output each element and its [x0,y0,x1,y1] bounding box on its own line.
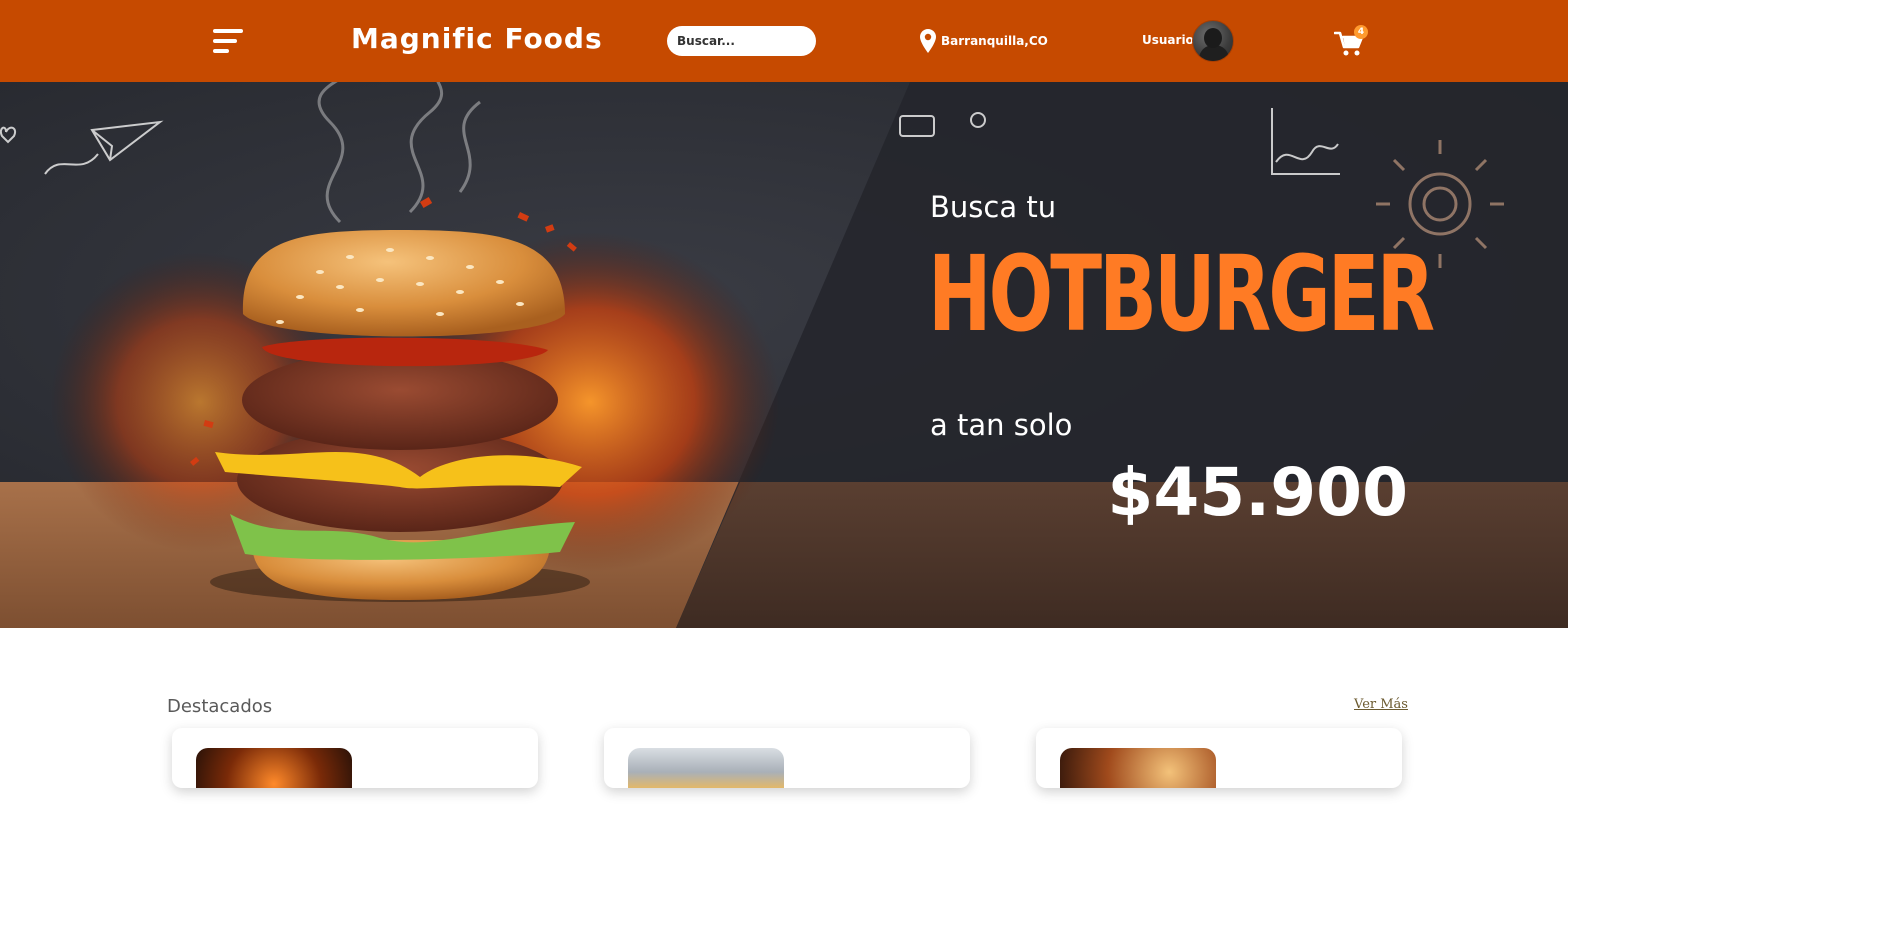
location-label: Barranquilla,CO [941,34,1048,48]
location-selector[interactable]: Barranquilla,CO [920,29,1048,53]
product-card[interactable] [1036,728,1402,788]
see-more-link[interactable]: Ver Más [1354,697,1408,712]
cart-count-badge: 4 [1354,25,1368,39]
top-navbar: Magnific Foods Barranquilla,CO Usuario 4 [0,0,1568,82]
hero-intro-text: Busca tu [930,190,1057,224]
hero-background [0,82,1568,628]
avatar[interactable] [1192,20,1234,62]
section-title: Destacados [167,696,273,717]
map-pin-icon [920,29,936,53]
product-image [628,748,784,788]
user-label[interactable]: Usuario [1142,33,1194,47]
brand-logo-text[interactable]: Magnific Foods [351,22,603,55]
product-image [196,748,352,788]
product-image [1060,748,1216,788]
hero-banner[interactable]: Busca tu HOTBURGER a tan solo $45.900 [0,82,1568,628]
hamburger-menu-icon[interactable] [213,29,243,53]
product-card[interactable] [172,728,538,788]
hero-price: $45.900 [1107,454,1408,531]
search-input[interactable] [667,26,816,56]
hero-title: HOTBURGER [928,233,1435,355]
product-card[interactable] [604,728,970,788]
hero-middle-text: a tan solo [930,408,1073,442]
